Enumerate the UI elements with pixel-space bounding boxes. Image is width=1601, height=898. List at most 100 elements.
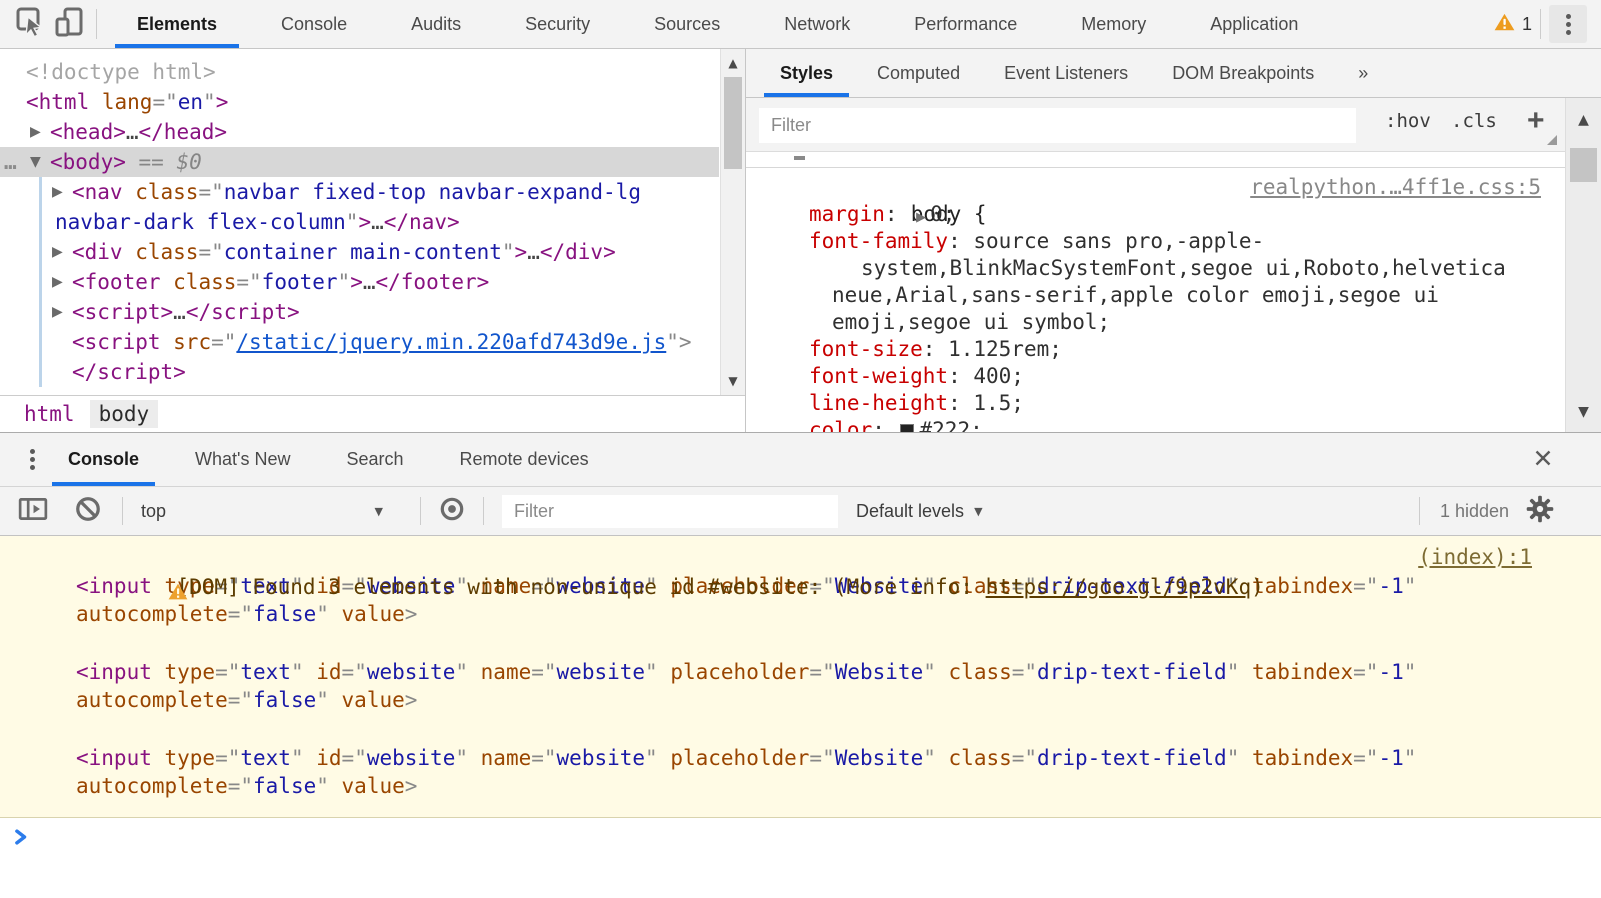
css-declaration[interactable]: color: #222; (746, 417, 1565, 432)
chevron-down-icon: ▼ (974, 505, 982, 518)
sidebar-tab-event-listeners[interactable]: Event Listeners (988, 49, 1144, 97)
css-colon: : (948, 391, 973, 415)
close-drawer-button[interactable] (1531, 448, 1555, 472)
code-token: =" (1353, 574, 1378, 598)
css-declaration[interactable]: line-height: 1.5; (746, 390, 1565, 417)
sidebar-tab-computed[interactable]: Computed (861, 49, 976, 97)
dom-tree-row[interactable]: ▶<head>…</head> (0, 117, 745, 147)
drawer-tab-what-s-new[interactable]: What's New (179, 433, 306, 486)
log-levels-dropdown[interactable]: Default levels ▼ (856, 487, 983, 535)
scrollbar-thumb[interactable] (724, 77, 742, 169)
warning-more-info-link[interactable]: https://goo.gl/9p2vKq (986, 575, 1252, 599)
console-filter-input[interactable] (502, 495, 838, 528)
css-property-name: margin (809, 202, 885, 226)
drawer-tab-console[interactable]: Console (52, 433, 155, 486)
dom-tree-row[interactable]: <html lang="en"> (0, 87, 745, 117)
new-style-rule-button[interactable]: + (1527, 104, 1545, 138)
tab-application[interactable]: Application (1188, 0, 1320, 48)
console-settings-button[interactable] (1526, 487, 1554, 535)
styles-scrollbar[interactable]: ▲ ▼ (1565, 98, 1601, 432)
inspect-element-button[interactable] (12, 5, 50, 43)
styles-filter-input[interactable] (759, 108, 1356, 143)
dom-tree-row[interactable]: ▶<nav class="navbar fixed-top navbar-exp… (0, 177, 745, 207)
tree-expand-arrow-icon[interactable]: ▼ (30, 147, 41, 177)
css-declaration[interactable]: font-size: 1.125rem; (746, 336, 1565, 363)
css-declaration[interactable]: font-family: source sans pro,-apple- (746, 228, 1565, 255)
css-declaration[interactable]: margin: ▶0; (746, 201, 1565, 228)
tab-performance[interactable]: Performance (892, 0, 1039, 48)
tab-console[interactable]: Console (259, 0, 369, 48)
code-token: Website (835, 660, 924, 684)
css-declaration[interactable]: neue,Arial,sans-serif,apple color emoji,… (746, 282, 1565, 309)
tab-security[interactable]: Security (503, 0, 612, 48)
sidebar-tab-[interactable]: » (1342, 49, 1384, 97)
drawer-tab-remote-devices[interactable]: Remote devices (444, 433, 605, 486)
clear-console-button[interactable] (74, 487, 102, 535)
color-swatch[interactable] (900, 424, 914, 432)
code-token[interactable]: /static/jquery.min.220afd743d9e.js (236, 330, 666, 354)
drawer-menu-button[interactable] (12, 433, 52, 486)
issues-warning-badge[interactable]: 1 (1494, 13, 1532, 36)
code-token: navbar fixed-top navbar-expand-lg (224, 180, 641, 204)
drawer-tab-search[interactable]: Search (330, 433, 419, 486)
scroll-up-arrow-icon[interactable]: ▲ (1566, 112, 1601, 128)
element-classes-button[interactable]: .cls (1451, 110, 1497, 132)
css-declaration[interactable]: system,BlinkMacSystemFont,segoe ui,Robot… (746, 255, 1565, 282)
code-token: > (405, 602, 418, 626)
css-declaration[interactable]: emoji,segoe ui symbol; (746, 309, 1565, 336)
css-property-name: line-height (809, 391, 948, 415)
toggle-element-state-button[interactable]: :hov (1385, 110, 1431, 132)
devtools-menu-button[interactable] (1549, 5, 1587, 43)
dom-tree-rows: <!doctype html><html lang="en">▶<head>…<… (0, 57, 745, 387)
dom-tree-row[interactable]: <!doctype html> (0, 57, 745, 87)
live-expression-button[interactable] (438, 487, 466, 535)
tree-collapse-arrow-icon[interactable]: ▶ (52, 177, 63, 207)
tab-memory[interactable]: Memory (1059, 0, 1168, 48)
dom-tree-row[interactable]: </script> (0, 357, 745, 387)
console-source-link[interactable]: (index):1 (1418, 542, 1532, 572)
dom-tree-row[interactable]: ▶<footer class="footer">…</footer> (0, 267, 745, 297)
dom-tree-row[interactable]: navbar-dark flex-column">…</nav> (0, 207, 745, 237)
code-token: <script (72, 330, 161, 354)
element-preview-line: autocomplete="false" value> (0, 600, 1601, 628)
tab-sources[interactable]: Sources (632, 0, 742, 48)
dom-tree-row[interactable]: ▶<div class="container main-content">…</… (0, 237, 745, 267)
css-declaration[interactable]: font-weight: 400; (746, 363, 1565, 390)
breadcrumb-item-body[interactable]: body (90, 400, 159, 428)
dom-tree-row[interactable]: ▶<script>…</script> (0, 297, 745, 327)
sidebar-tab-styles[interactable]: Styles (764, 49, 849, 97)
tree-collapse-arrow-icon[interactable]: ▶ (30, 117, 41, 147)
code-token: " (1227, 660, 1240, 684)
tab-elements[interactable]: Elements (115, 0, 239, 48)
sidebar-tab-dom-breakpoints[interactable]: DOM Breakpoints (1156, 49, 1330, 97)
main-toolbar: Elements Console Audits Security Sources Netw… (0, 0, 1601, 49)
css-source-link[interactable]: realpython.…4ff1e.css:5 (1250, 174, 1541, 201)
tab-network[interactable]: Network (762, 0, 872, 48)
code-token: =" (215, 660, 240, 684)
javascript-context-selector[interactable]: top ▼ (141, 487, 397, 535)
scrollbar-thumb[interactable] (1570, 148, 1597, 182)
tree-collapse-arrow-icon[interactable]: ▶ (52, 237, 63, 267)
tree-collapse-arrow-icon[interactable]: ▶ (52, 297, 63, 327)
elements-scrollbar[interactable]: ▲ ▼ (720, 49, 745, 395)
scroll-down-arrow-icon[interactable]: ▼ (1566, 404, 1601, 420)
code-token: … (371, 210, 384, 234)
overflow-menu-dots-icon[interactable]: … (4, 147, 18, 177)
code-token: =" (809, 660, 834, 684)
dom-tree-row[interactable]: <script src="/static/jquery.min.220afd74… (0, 327, 745, 357)
dom-tree-row[interactable]: …▼<body> == $0 (0, 147, 719, 177)
console-element-preview[interactable]: <input type="text" id="website" name="we… (0, 744, 1601, 800)
device-toolbar-button[interactable] (50, 5, 88, 43)
console-element-preview[interactable]: <input type="text" id="website" name="we… (0, 658, 1601, 714)
css-property-value: 0; (930, 202, 955, 226)
breadcrumb-item-html[interactable]: html (15, 400, 84, 428)
tab-audits[interactable]: Audits (389, 0, 483, 48)
show-console-sidebar-button[interactable] (18, 487, 48, 535)
scroll-up-arrow-icon[interactable]: ▲ (721, 55, 745, 71)
scroll-down-arrow-icon[interactable]: ▼ (721, 373, 745, 389)
css-selector-line[interactable]: body { realpython.…4ff1e.css:5 (746, 174, 1565, 201)
tree-collapse-arrow-icon[interactable]: ▶ (52, 267, 63, 297)
expand-value-arrow-icon[interactable]: ▶ (910, 210, 930, 225)
element-preview-line: <input type="text" id="website" name="we… (0, 744, 1601, 772)
code-token: website (367, 746, 456, 770)
